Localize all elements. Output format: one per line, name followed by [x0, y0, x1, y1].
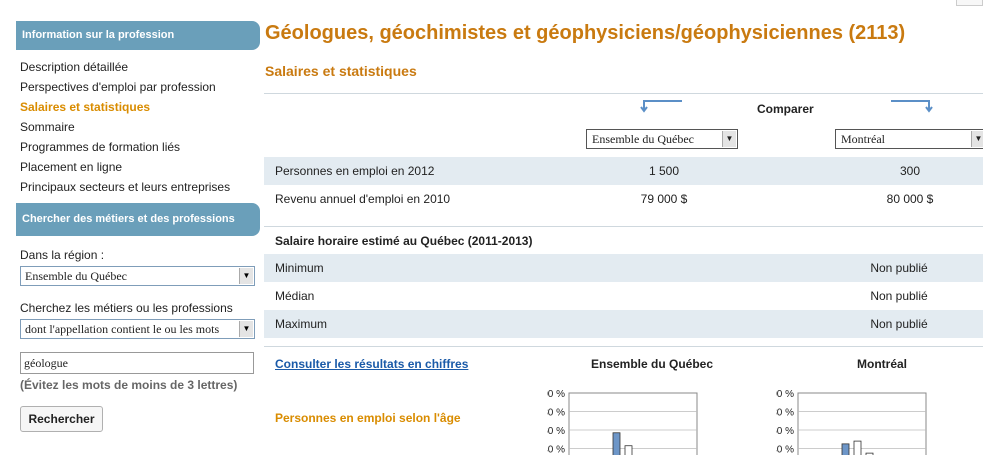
arrow-left-icon — [640, 100, 682, 113]
sidebar-nav: Description détaillée Perspectives d'emp… — [16, 50, 260, 197]
chart-plot-area — [797, 392, 927, 455]
sidebar-item-description[interactable]: Description détaillée — [20, 57, 260, 77]
compare-label: Comparer — [757, 102, 814, 116]
sidebar-header-profession-info: Information sur la profession — [16, 21, 260, 50]
search-label: Cherchez les métiers ou les professions — [20, 301, 233, 315]
chart-row-label: Personnes en emploi selon l'âge — [275, 411, 461, 425]
wage-label: Minimum — [275, 261, 324, 275]
chevron-down-icon: ▼ — [239, 268, 253, 284]
results-link[interactable]: Consulter les résultats en chiffres — [275, 357, 468, 371]
sidebar-item-sommaire[interactable]: Sommaire — [20, 117, 260, 137]
stat-value-a: 1 500 — [648, 164, 680, 178]
wage-heading: Salaire horaire estimé au Québec (2011-2… — [275, 234, 533, 248]
tick-label: 60 % — [547, 426, 565, 437]
chart-bar — [841, 443, 850, 455]
chart-column-header-b: Montréal — [857, 357, 908, 371]
stat-label: Revenu annuel d'emploi en 2010 — [275, 192, 451, 206]
tick-label: 100 % — [776, 389, 794, 400]
tick-label: 80 % — [776, 408, 794, 419]
search-mode-select[interactable]: dont l'appellation contient le ou les mo… — [20, 319, 255, 339]
chevron-down-icon: ▼ — [722, 131, 736, 147]
search-button[interactable]: Rechercher — [20, 406, 103, 432]
tick-label: 40 % — [547, 445, 565, 455]
stat-row-income: Revenu annuel d'emploi en 2010 79 000 $ … — [264, 185, 983, 213]
charts-panel: Consulter les résultats en chiffres Ense… — [264, 346, 983, 455]
tick-label: 40 % — [776, 445, 794, 455]
chart-column-header-a: Ensemble du Québec — [591, 357, 714, 371]
chart-bar — [624, 445, 633, 455]
sidebar-item-programmes[interactable]: Programmes de formation liés — [20, 137, 260, 157]
sidebar-item-perspectives[interactable]: Perspectives d'emploi par profession — [20, 77, 260, 97]
stat-value-a: 79 000 $ — [640, 192, 688, 206]
compare-select-a-value: Ensemble du Québec — [592, 132, 694, 146]
region-select[interactable]: Ensemble du Québec ▼ — [20, 266, 255, 286]
sidebar: Information sur la profession Descriptio… — [16, 21, 260, 432]
age-chart-montreal: 100 % 80 % 60 % 40 % — [776, 389, 927, 455]
arrow-right-icon — [891, 100, 933, 113]
wage-row-median: Médian Non publié — [264, 282, 983, 310]
tick-label: 80 % — [547, 408, 565, 419]
tick-label: 100 % — [547, 389, 565, 400]
region-label: Dans la région : — [20, 248, 105, 262]
age-chart-quebec: 100 % 80 % 60 % 40 % — [547, 389, 698, 455]
chart-bar — [612, 432, 621, 455]
search-input[interactable]: géologue — [20, 352, 254, 374]
chart-bar — [853, 440, 862, 455]
wage-value: Non publié — [870, 261, 928, 275]
wage-value: Non publié — [870, 289, 928, 303]
sidebar-item-salaires[interactable]: Salaires et statistiques — [20, 97, 260, 117]
wage-row-minimum: Minimum Non publié — [264, 254, 983, 282]
compare-select-a[interactable]: Ensemble du Québec ▼ — [586, 129, 738, 149]
wage-row-maximum: Maximum Non publié — [264, 310, 983, 338]
chart-plot-area — [568, 392, 698, 455]
search-hint: (Évitez les mots de moins de 3 lettres) — [20, 378, 238, 392]
wage-label: Médian — [275, 289, 315, 303]
stat-value-b: 80 000 $ — [886, 192, 934, 206]
section-title: Salaires et statistiques — [265, 63, 417, 79]
corner-box — [956, 0, 983, 6]
region-select-value: Ensemble du Québec — [25, 269, 127, 283]
chevron-down-icon: ▼ — [971, 131, 983, 147]
wage-label: Maximum — [275, 317, 328, 331]
search-mode-value: dont l'appellation contient le ou les mo… — [25, 322, 220, 336]
sidebar-item-secteurs[interactable]: Principaux secteurs et leurs entreprises — [20, 177, 260, 197]
compare-select-b-value: Montréal — [841, 132, 885, 146]
stat-value-b: 300 — [899, 164, 921, 178]
tick-label: 60 % — [776, 426, 794, 437]
wage-section-header: Salaire horaire estimé au Québec (2011-2… — [264, 226, 983, 254]
stat-label: Personnes en emploi en 2012 — [275, 164, 435, 178]
page-title: Géologues, géochimistes et géophysiciens… — [265, 22, 906, 44]
chevron-down-icon: ▼ — [239, 321, 253, 337]
sidebar-header-search: Chercher des métiers et des professions — [16, 203, 260, 236]
wage-value: Non publié — [870, 317, 928, 331]
sidebar-item-placement[interactable]: Placement en ligne — [20, 157, 260, 177]
stat-row-employment: Personnes en emploi en 2012 1 500 300 — [264, 157, 983, 185]
compare-select-b[interactable]: Montréal ▼ — [835, 129, 983, 149]
